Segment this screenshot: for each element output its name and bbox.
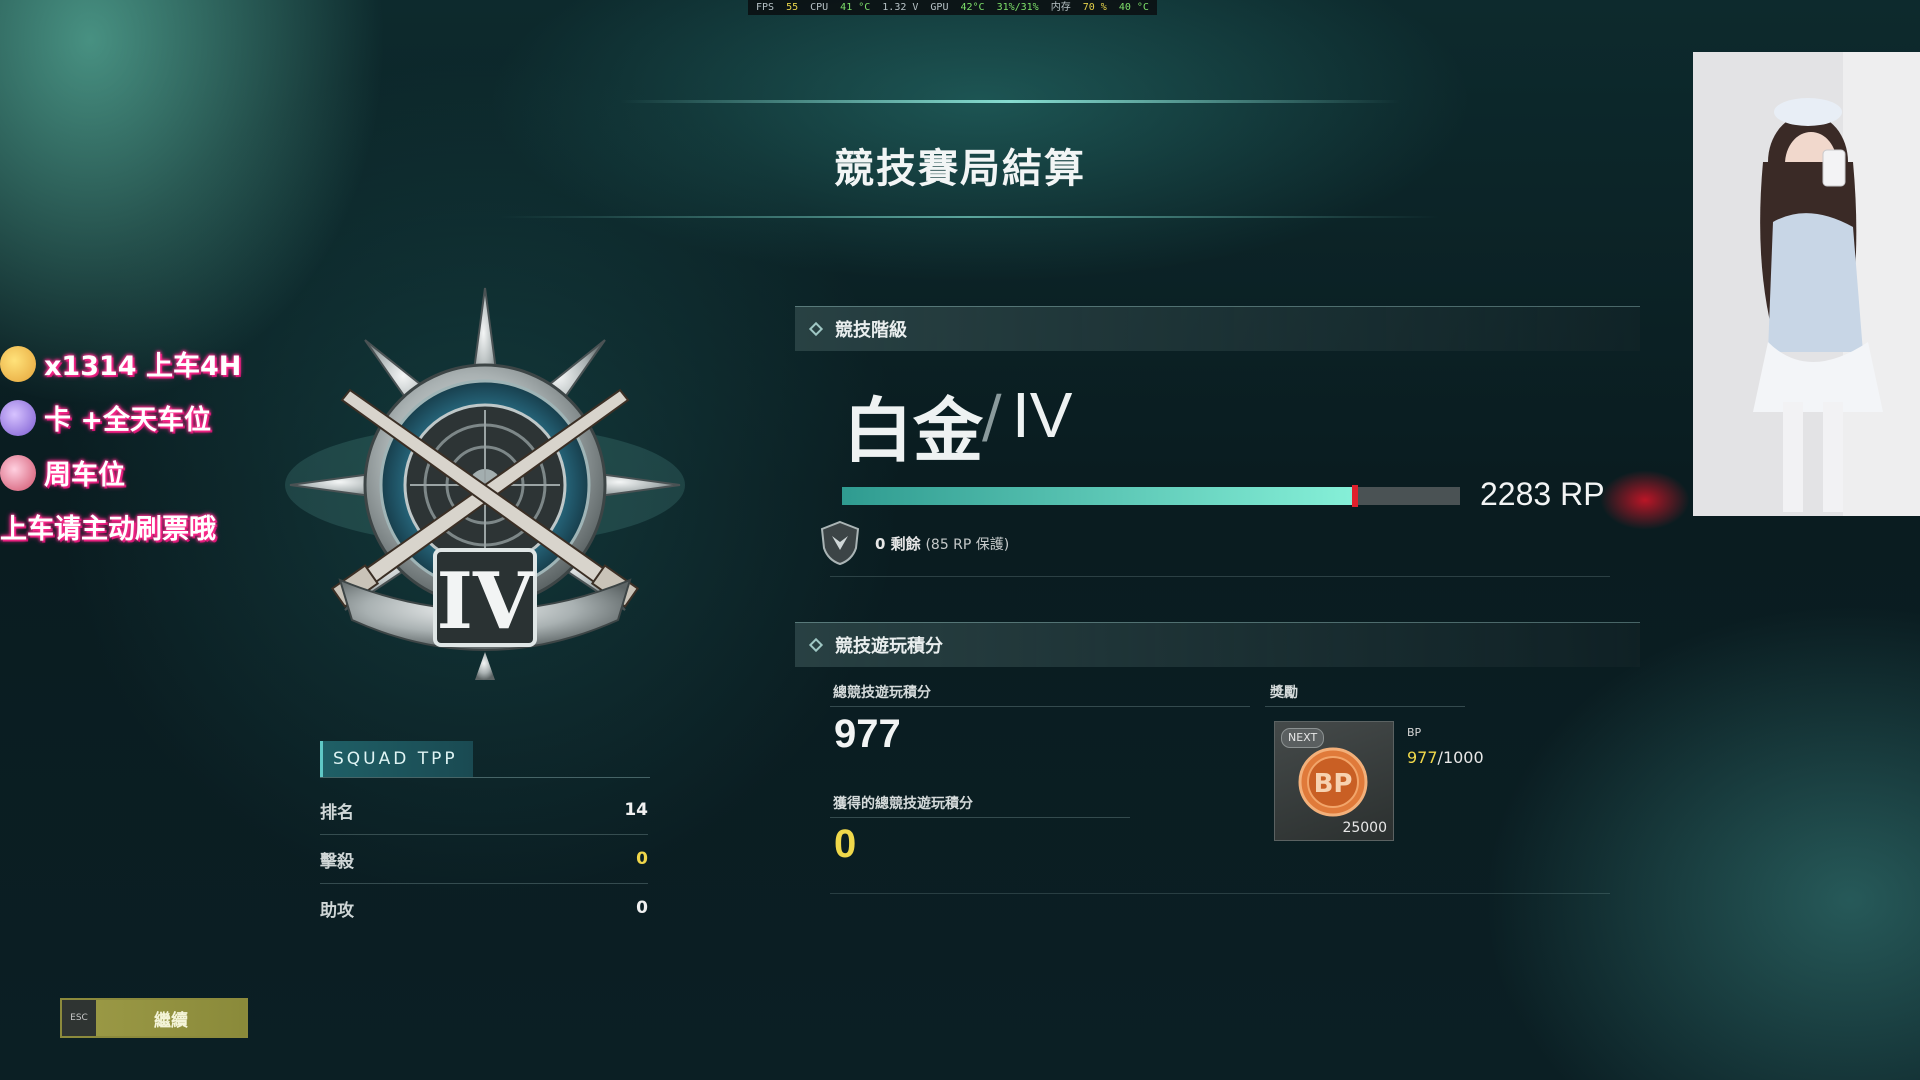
fps-label: FPS [756,2,775,13]
rank-section-title: 競技階級 [835,320,907,341]
rp-value: 2283 RP [1480,476,1605,512]
overlay-text-2: 卡 +全天车位 [44,405,212,436]
bp-coin-text: BP [1314,769,1353,799]
performance-overlay: FPS 55 CPU 41 °C 1.32 V GPU 42°C 31%/31%… [748,0,1157,15]
overlay-line-3: 周车位 [0,453,125,492]
total-points-divider [830,706,1250,707]
stat-value: 0 [636,898,648,918]
points-section-header: 競技遊玩積分 [795,622,1640,667]
diamond-icon [808,637,824,653]
rp-progress-fill [842,487,1355,505]
overlay-text-1: x1314 上车4H [44,351,242,382]
rp-progress-marker [1351,485,1358,507]
stat-value: 14 [624,800,648,820]
rank-tier: 白金 [843,390,983,472]
rocket-emoji-icon [0,454,36,491]
points-section-title: 競技遊玩積分 [835,636,943,657]
bp-target: /1000 [1437,748,1484,767]
cpu-label: CPU [810,2,829,13]
continue-button[interactable]: ESC 繼續 [60,998,248,1038]
diamond-icon [808,321,824,337]
title-divider-bottom [500,216,1440,218]
rp-glow [1600,470,1690,530]
bp-label: BP [1407,726,1422,739]
total-points-value: 977 [834,712,901,756]
mode-divider [320,777,650,778]
next-badge: NEXT [1281,728,1325,748]
stat-label: 擊殺 [320,851,354,872]
rank-emblem-icon: IV [285,287,685,680]
moon-emoji-icon [0,345,36,382]
mode-tag: SQUAD TPP [320,741,473,777]
cpu-temp: 41 °C [840,2,871,13]
webcam-feed [1693,52,1920,516]
stat-label: 助攻 [320,900,354,921]
total-points-label: 總競技遊玩積分 [833,685,931,701]
bp-progress: 977/1000 [1407,748,1484,767]
stat-value: 0 [636,849,648,869]
rank-division: IV [1012,379,1073,451]
stat-label: 排名 [320,802,354,823]
esc-key-hint: ESC [62,1000,96,1036]
overlay-text-4: 上车请主动刷票哦 [0,514,216,545]
gpu-label: GPU [930,2,949,13]
rank-separator: / [982,382,1002,450]
rank-divider [830,576,1610,577]
reward-label: 獎勵 [1270,685,1298,701]
overlay-line-2: 卡 +全天车位 [0,398,211,437]
earned-points-divider [830,817,1130,818]
demotion-protection: 0 剩餘 (85 RP 保護) [875,533,1009,554]
shield-emoji-icon [0,399,36,436]
title-divider-top [620,100,1400,103]
rank-section-header: 競技階級 [795,306,1640,351]
shield-icon [820,520,860,566]
reward-divider [1265,706,1465,707]
bp-amount: 25000 [1342,820,1387,836]
fps-value: 55 [786,2,799,13]
bottom-divider [830,893,1610,894]
rp-progress-bar [842,485,1460,507]
overlay-text-3: 周车位 [44,460,125,491]
protection-note: (85 RP 保護) [925,537,1010,553]
stat-row-assists: 助攻 0 [320,884,648,932]
stat-row-rank: 排名 14 [320,786,648,835]
mem-usage: 70 % [1082,2,1107,13]
gpu-temp: 42°C [960,2,985,13]
continue-label: 繼續 [154,1010,188,1031]
mem-label: 内存 [1050,2,1071,13]
bp-coin-icon: BP [1298,747,1368,817]
bp-current: 977 [1407,748,1438,767]
mem-temp: 40 °C [1118,2,1149,13]
overlay-line-4: 上车请主动刷票哦 [0,507,216,546]
overlay-line-1: x1314 上车4H [0,344,241,383]
stat-row-kills: 擊殺 0 [320,835,648,884]
gpu-usage: 31%/31% [996,2,1039,13]
protection-count: 0 剩餘 [875,535,921,553]
earned-points-value: 0 [834,822,857,866]
cpu-volt: 1.32 V [882,2,919,13]
page-title: 競技賽局結算 [834,146,1086,192]
svg-text:IV: IV [436,556,534,647]
reward-card[interactable]: NEXT BP 25000 [1274,721,1394,841]
earned-points-label: 獲得的總競技遊玩積分 [833,796,973,812]
